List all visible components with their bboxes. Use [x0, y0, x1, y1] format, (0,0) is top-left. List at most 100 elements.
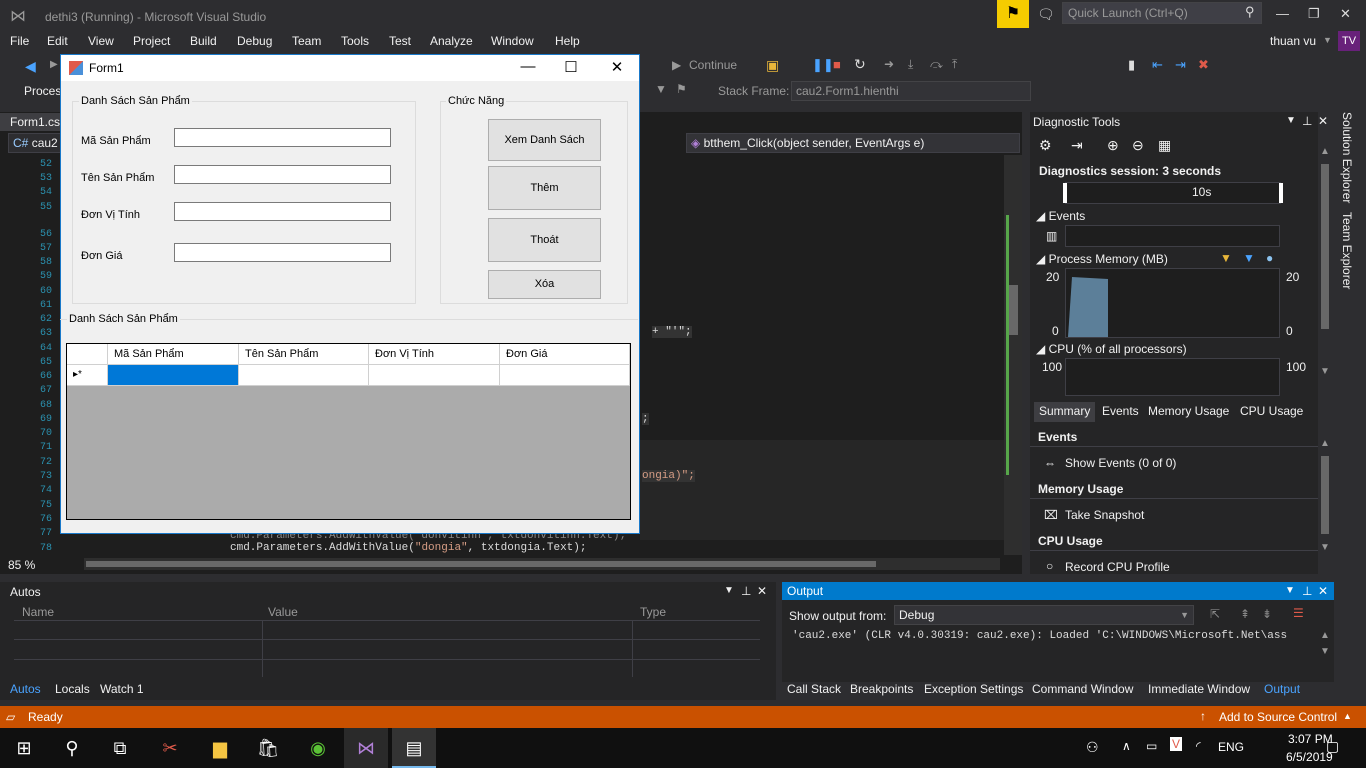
member-navigation-dropdown[interactable]: ◈ btthem_Click(object sender, EventArgs …	[686, 133, 1020, 153]
find-message-icon[interactable]: ⇱	[1210, 607, 1220, 621]
column-header-unit[interactable]: Đơn Vị Tính	[369, 344, 500, 365]
menu-window[interactable]: Window	[491, 34, 534, 48]
grid-cell[interactable]	[239, 365, 369, 386]
editor-vertical-scrollbar[interactable]	[1004, 155, 1022, 555]
continue-icon[interactable]: ▶	[672, 58, 681, 72]
chevron-down-icon[interactable]: ▼	[1286, 115, 1296, 126]
notifications-icon[interactable]: ▢	[1326, 738, 1339, 755]
battery-icon[interactable]: ▭	[1146, 739, 1157, 753]
store-icon[interactable]: 🛍	[246, 728, 290, 768]
select-tools-icon[interactable]: ⇥	[1071, 137, 1083, 154]
tab-events[interactable]: Events	[1098, 404, 1143, 418]
summary-scrollbar[interactable]: ▲ ▼	[1318, 428, 1332, 560]
file-explorer-icon[interactable]: ▆	[198, 728, 242, 768]
diagnostic-scrollbar[interactable]: ▲ ▼	[1318, 134, 1332, 380]
menu-analyze[interactable]: Analyze	[430, 34, 473, 48]
events-section-header[interactable]: ◢ Events	[1036, 209, 1085, 223]
back-icon[interactable]: ◀	[25, 58, 36, 75]
grid-cell-selected[interactable]	[108, 365, 239, 386]
pause-icon[interactable]: ❚❚	[812, 57, 834, 73]
menu-tools[interactable]: Tools	[341, 34, 369, 48]
prev-message-icon[interactable]: ⇞	[1240, 607, 1250, 621]
price-input[interactable]	[174, 243, 391, 262]
tab-solution-explorer[interactable]: Solution Explorer	[1340, 112, 1354, 203]
next-bookmark-icon[interactable]: ⇥	[1175, 57, 1186, 73]
user-name[interactable]: thuan vu	[1270, 34, 1316, 48]
tab-breakpoints[interactable]: Breakpoints	[850, 682, 913, 696]
avatar[interactable]: TV	[1338, 31, 1360, 51]
tab-immediate-window[interactable]: Immediate Window	[1148, 682, 1250, 696]
prev-bookmark-icon[interactable]: ⇤	[1152, 57, 1163, 73]
filter-icon[interactable]: ▼	[655, 82, 667, 96]
menu-help[interactable]: Help	[555, 34, 580, 48]
tab-autos[interactable]: Autos	[10, 682, 41, 696]
bookmark-icon[interactable]: ▮	[1128, 57, 1135, 73]
zoom-level[interactable]: 85 %	[8, 558, 35, 572]
antivirus-icon[interactable]: V	[1170, 737, 1183, 751]
close-icon[interactable]: ✕	[757, 584, 767, 598]
close-icon[interactable]: ✕	[1318, 584, 1328, 598]
menu-file[interactable]: File	[10, 34, 29, 48]
minimize-icon[interactable]: —	[1276, 6, 1289, 21]
add-button[interactable]: Thêm	[488, 166, 601, 210]
search-icon[interactable]: ⚲	[1245, 4, 1255, 20]
tab-summary[interactable]: Summary	[1034, 402, 1096, 422]
tab-command-window[interactable]: Command Window	[1032, 682, 1133, 696]
settings-gear-icon[interactable]: ⚙	[1039, 137, 1052, 154]
take-snapshot-button[interactable]: Take Snapshot	[1065, 508, 1144, 522]
visual-studio-icon[interactable]: ⋈	[344, 728, 388, 768]
column-header-price[interactable]: Đơn Giá	[500, 344, 630, 365]
form1-app-icon[interactable]: ▤	[392, 728, 436, 768]
exit-button[interactable]: Thoát	[488, 218, 601, 262]
column-header-code[interactable]: Mã Sản Phẩm	[108, 344, 239, 365]
step-out-icon[interactable]: ⤒	[952, 57, 957, 72]
menu-test[interactable]: Test	[389, 34, 411, 48]
chevron-up-icon[interactable]: ∧	[1122, 739, 1131, 753]
continue-button[interactable]: Continue	[689, 58, 737, 72]
tab-form1-cs[interactable]: Form1.cs	[0, 113, 62, 131]
products-datagridview[interactable]: Mã Sản Phẩm Tên Sản Phẩm Đơn Vị Tính Đơn…	[66, 343, 631, 520]
menu-edit[interactable]: Edit	[47, 34, 68, 48]
task-view-icon[interactable]: ⧉	[98, 728, 142, 768]
zoom-out-icon[interactable]: ⊖	[1132, 137, 1144, 154]
tab-watch-1[interactable]: Watch 1	[100, 682, 144, 696]
pin-icon[interactable]: ⊥	[1302, 114, 1312, 128]
grid-cell[interactable]	[369, 365, 500, 386]
chevron-down-icon[interactable]: ▼	[1323, 35, 1332, 45]
tab-memory-usage[interactable]: Memory Usage	[1144, 404, 1233, 418]
view-list-button[interactable]: Xem Danh Sách	[488, 119, 601, 161]
grid-cell[interactable]	[500, 365, 630, 386]
product-code-input[interactable]	[174, 128, 391, 147]
column-header-name[interactable]: Tên Sản Phẩm	[239, 344, 369, 365]
column-type[interactable]: Type	[640, 605, 666, 619]
zoom-in-icon[interactable]: ⊕	[1107, 137, 1119, 154]
clear-bookmarks-icon[interactable]: ✖	[1198, 57, 1209, 73]
menu-view[interactable]: View	[88, 34, 114, 48]
menu-project[interactable]: Project	[133, 34, 170, 48]
close-icon[interactable]: ✕	[1340, 6, 1351, 22]
tab-exception-settings[interactable]: Exception Settings	[924, 682, 1023, 696]
pause-icon[interactable]: ▥	[1046, 229, 1057, 243]
tab-locals[interactable]: Locals	[55, 682, 90, 696]
menu-debug[interactable]: Debug	[237, 34, 272, 48]
tab-team-explorer[interactable]: Team Explorer	[1340, 212, 1354, 289]
product-name-input[interactable]	[174, 165, 391, 184]
add-to-source-control-button[interactable]: Add to Source Control	[1219, 710, 1337, 724]
output-scrollbar[interactable]: ▲ ▼	[1318, 628, 1332, 660]
timeline-ruler[interactable]: 10s	[1063, 182, 1283, 204]
memory-section-header[interactable]: ◢ Process Memory (MB)	[1036, 252, 1168, 266]
windows-start-icon[interactable]: ⊞	[2, 728, 46, 768]
stop-icon[interactable]: ■	[833, 57, 841, 72]
tab-call-stack[interactable]: Call Stack	[787, 682, 841, 696]
notification-flag-icon[interactable]: ⚑	[997, 0, 1029, 28]
restart-icon[interactable]: ↻	[854, 56, 866, 73]
output-source-dropdown[interactable]: Debug ▼	[894, 605, 1194, 625]
form-close-icon[interactable]: ✕	[602, 58, 632, 76]
attach-process-icon[interactable]: ▣	[766, 57, 779, 74]
stack-frame-dropdown[interactable]: cau2.Form1.hienthi	[791, 81, 1031, 101]
people-icon[interactable]: ⚇	[1086, 739, 1099, 756]
tab-output[interactable]: Output	[1264, 682, 1300, 696]
delete-button[interactable]: Xóa	[488, 270, 601, 299]
form-maximize-icon[interactable]: ☐	[556, 58, 586, 76]
menu-team[interactable]: Team	[292, 34, 321, 48]
